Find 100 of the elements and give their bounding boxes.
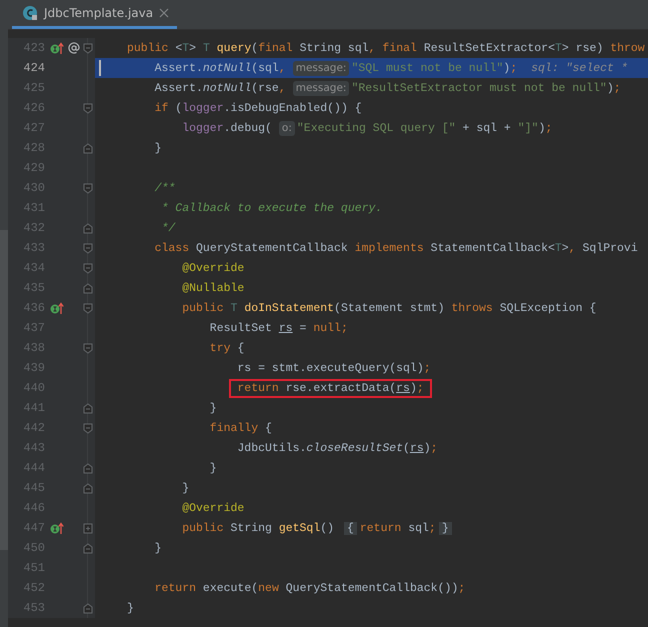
code-text: ResultSetExtractor<	[422, 42, 555, 54]
keyword: null;	[313, 322, 348, 334]
field-name: logger	[182, 102, 224, 114]
local-variable: rs	[410, 442, 424, 454]
code-text: JdbcUtils.	[237, 442, 306, 454]
keyword: ;	[545, 122, 552, 134]
string-literal: "Executing SQL query ["	[296, 122, 456, 134]
code-text: rse.extractData(	[284, 382, 396, 394]
method-name: doInStatement	[243, 302, 334, 314]
keyword: ;	[614, 82, 621, 94]
keyword: implements	[354, 242, 424, 254]
fold-start-icon[interactable]	[83, 262, 93, 274]
implementation-marker-icon[interactable]	[50, 42, 64, 54]
keyword: throws	[451, 302, 493, 314]
code-text: QueryStatementCallback())	[284, 582, 458, 594]
fold-end-icon[interactable]	[83, 542, 93, 554]
code-text: }	[154, 542, 162, 554]
keyword: public	[182, 302, 224, 314]
code-text: ResultSet	[210, 322, 273, 334]
at-sign-icon[interactable]	[68, 42, 80, 54]
code-text: Assert.	[154, 82, 203, 94]
code-text: SQLException {	[498, 302, 596, 314]
code-text: )	[606, 82, 614, 94]
fold-start-icon[interactable]	[83, 102, 93, 114]
fold-start-icon[interactable]	[83, 422, 93, 434]
code-text: }	[182, 482, 190, 494]
keyword: ;	[430, 442, 438, 454]
code-text: <	[174, 42, 182, 54]
code-text: ()	[320, 522, 336, 534]
code-text: {	[264, 422, 272, 434]
fold-start-icon[interactable]	[83, 242, 93, 254]
static-method-call: closeResultSet	[306, 442, 404, 454]
code-text: + sql +	[462, 122, 512, 134]
code-text: > rse)	[562, 42, 604, 54]
scrollbar-thumb[interactable]	[0, 230, 8, 550]
code-text: }	[127, 602, 134, 614]
keyword: final	[258, 42, 293, 54]
code-text: QueryStatementCallback	[195, 242, 349, 254]
implementation-marker-icon[interactable]	[50, 302, 64, 314]
string-literal: "ResultSetExtractor must not be null"	[351, 82, 607, 94]
implementation-marker-icon[interactable]	[50, 522, 64, 534]
code-text: (rse	[251, 82, 279, 94]
type-parameter: T	[202, 42, 210, 54]
fold-expand-icon[interactable]	[83, 522, 93, 534]
string-literal: "SQL must not be null"	[351, 62, 504, 74]
folded-brace: }	[438, 522, 452, 534]
code-text: {	[236, 342, 244, 354]
line-number: 424	[22, 60, 45, 77]
keyword: new	[258, 582, 279, 594]
keyword: public	[127, 42, 168, 54]
fold-end-icon[interactable]	[83, 402, 93, 414]
close-icon[interactable]	[159, 8, 170, 18]
static-method-call: notNull	[202, 62, 252, 74]
method-name: getSql	[278, 522, 320, 534]
fold-start-icon[interactable]	[83, 42, 93, 54]
string-literal: "]"	[518, 122, 538, 134]
keyword: ;	[458, 582, 466, 594]
code-text: SqlProvi	[582, 242, 638, 254]
parameter-hint: message:	[292, 60, 350, 76]
fold-end-icon[interactable]	[83, 282, 93, 294]
code-text: execute(	[202, 582, 258, 594]
keyword: finally	[210, 422, 258, 434]
annotation: @Override	[182, 262, 244, 274]
code-text: )	[538, 122, 546, 134]
code-text: )	[424, 442, 431, 454]
keyword: return	[360, 522, 402, 534]
code-text: (	[174, 102, 182, 114]
fold-end-icon[interactable]	[83, 602, 93, 614]
fold-start-icon[interactable]	[83, 302, 93, 314]
code-text: }	[210, 402, 217, 414]
code-text: (	[251, 42, 258, 54]
type-parameter: T	[182, 42, 190, 54]
code-text: (Statement stmt)	[334, 302, 446, 314]
code-text: .debug(	[224, 122, 272, 134]
code-text: (sql	[251, 62, 279, 74]
fold-end-icon[interactable]	[83, 482, 93, 494]
keyword: public	[182, 522, 224, 534]
fold-start-icon[interactable]	[83, 342, 93, 354]
fold-start-icon[interactable]	[83, 182, 93, 194]
fold-end-icon[interactable]	[83, 142, 93, 154]
type-parameter: T	[554, 42, 562, 54]
fold-end-icon[interactable]	[83, 462, 93, 474]
static-method-call: notNull	[202, 82, 252, 94]
fold-end-icon[interactable]	[83, 222, 93, 234]
keyword: return	[237, 382, 279, 394]
keyword: ,	[278, 82, 286, 94]
keyword: if	[154, 102, 168, 114]
code-text: >	[562, 242, 569, 254]
keyword: try	[210, 342, 231, 354]
keyword: ;	[428, 522, 436, 534]
code-text: String sql	[298, 42, 369, 54]
keyword: class	[154, 242, 190, 254]
code-text: rs = stmt.executeQuery(sql)	[237, 362, 424, 374]
type-parameter: T	[230, 302, 238, 314]
field-name: logger	[182, 122, 224, 134]
code-text: }	[210, 462, 217, 474]
keyword: final	[381, 42, 417, 54]
keyword: ,	[278, 62, 286, 74]
code-text: Assert.	[154, 62, 203, 74]
parameter-hint: message:	[292, 80, 350, 96]
